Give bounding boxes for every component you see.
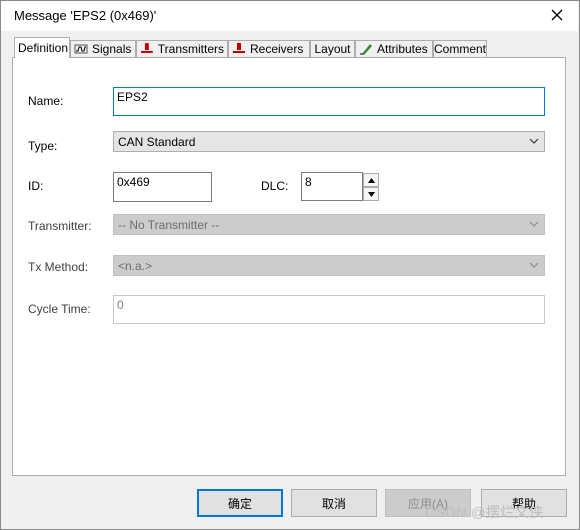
- cycletime-label: Cycle Time:: [28, 302, 91, 316]
- name-input[interactable]: EPS2: [113, 87, 545, 116]
- ok-button[interactable]: 确定: [197, 489, 283, 517]
- tab-definition[interactable]: Definition: [14, 37, 70, 58]
- type-value: CAN Standard: [118, 134, 196, 149]
- type-select[interactable]: CAN Standard: [113, 131, 545, 152]
- tab-attributes[interactable]: Attributes: [355, 40, 433, 57]
- tab-label: Receivers: [250, 42, 304, 56]
- id-input[interactable]: 0x469: [113, 172, 212, 202]
- transmitter-select[interactable]: -- No Transmitter --: [113, 214, 545, 235]
- chevron-down-icon: [529, 262, 539, 268]
- dlc-label: DLC:: [261, 179, 289, 193]
- tab-comment[interactable]: Comment: [433, 40, 487, 57]
- dlc-spin-down[interactable]: [363, 187, 379, 201]
- tab-signals[interactable]: Signals: [70, 40, 136, 57]
- tab-label: Signals: [92, 42, 132, 56]
- txmethod-label: Tx Method:: [28, 260, 89, 274]
- close-icon: [551, 9, 563, 21]
- tab-layout[interactable]: Layout: [310, 40, 355, 57]
- tab-label: Transmitters: [157, 42, 224, 56]
- dlc-value: 8: [305, 175, 312, 189]
- transmitter-value: -- No Transmitter --: [118, 217, 220, 232]
- tab-receivers[interactable]: Receivers: [228, 40, 310, 57]
- red-node-icon: [233, 43, 245, 53]
- watermark: CSDN @摆烂文侠: [425, 504, 544, 520]
- cancel-button[interactable]: 取消: [291, 489, 377, 517]
- tab-label: Comment: [434, 42, 487, 56]
- transmitter-label: Transmitter:: [28, 219, 92, 233]
- chevron-down-icon: [529, 138, 539, 144]
- chevron-down-icon: [529, 221, 539, 227]
- close-button[interactable]: [540, 2, 574, 28]
- cycletime-value: 0: [117, 298, 124, 312]
- caret-up-icon: [367, 177, 375, 183]
- red-node-icon: [140, 43, 153, 53]
- cycletime-input[interactable]: 0: [113, 295, 545, 324]
- dlc-input[interactable]: 8: [301, 172, 363, 201]
- name-label: Name:: [28, 94, 64, 108]
- txmethod-select[interactable]: <n.a.>: [113, 255, 545, 276]
- caret-down-icon: [367, 191, 375, 197]
- pen-icon: [360, 44, 372, 55]
- name-value: EPS2: [117, 90, 148, 104]
- tab-transmitters[interactable]: Transmitters: [136, 40, 228, 57]
- dlc-spin-up[interactable]: [363, 173, 379, 187]
- type-label: Type:: [28, 139, 58, 153]
- tab-label: Layout: [314, 42, 351, 56]
- txmethod-value: <n.a.>: [118, 258, 153, 273]
- tab-label: Definition: [18, 41, 69, 55]
- id-label: ID:: [28, 179, 44, 193]
- tab-label: Attributes: [377, 42, 428, 56]
- window-title: Message 'EPS2 (0x469)': [14, 8, 157, 23]
- signal-wave-icon: [74, 44, 88, 54]
- id-value: 0x469: [117, 175, 150, 189]
